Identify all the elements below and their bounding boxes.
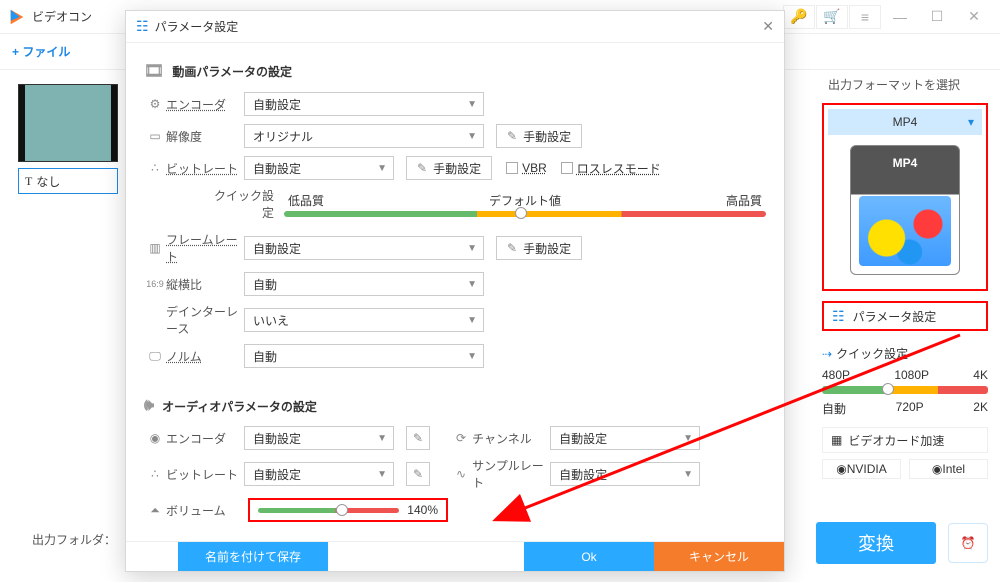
volume-slider[interactable] bbox=[258, 508, 399, 513]
framerate-select[interactable]: 自動設定▼ bbox=[244, 236, 484, 260]
aspect-select[interactable]: 自動▼ bbox=[244, 272, 484, 296]
audio-encoder-select[interactable]: 自動設定▼ bbox=[244, 426, 394, 450]
pencil-icon: ✎ bbox=[507, 241, 517, 255]
pencil-icon: ✎ bbox=[417, 161, 427, 175]
nvidia-chip[interactable]: ◉ NVIDIA bbox=[822, 459, 901, 479]
window-minimize-icon[interactable]: — bbox=[882, 5, 918, 29]
channel-label: チャンネル bbox=[472, 430, 550, 447]
encoder-label: エンコーダ bbox=[166, 96, 244, 113]
gpu-accel-button[interactable]: ▦ ビデオカード加速 bbox=[822, 427, 988, 453]
samplerate-icon: ∿ bbox=[450, 467, 472, 481]
ok-button[interactable]: Ok bbox=[524, 542, 654, 571]
dialog-footer: 名前を付けて保存 Ok キャンセル bbox=[126, 541, 784, 571]
deinterlace-select[interactable]: いいえ▼ bbox=[244, 308, 484, 332]
vbr-checkbox[interactable]: VBR bbox=[506, 161, 547, 175]
chevron-down-icon: ▾ bbox=[968, 115, 974, 129]
sliders-icon: ☷ bbox=[832, 308, 845, 325]
sidebar: 出力フォーマットを選択 MP4 ▾ MP4 ☷ パラメータ設定 ⇢クイック設定 … bbox=[822, 70, 988, 479]
dialog-title: パラメータ設定 bbox=[155, 18, 239, 35]
format-label: MP4 bbox=[893, 115, 918, 129]
bitrate-icon: ∴ bbox=[144, 161, 166, 175]
volume-slider-box: 140% bbox=[248, 498, 448, 522]
menu-icon[interactable]: ≡ bbox=[849, 5, 881, 29]
add-file-button[interactable]: + ファイル bbox=[12, 43, 70, 60]
quality-slider[interactable] bbox=[284, 211, 766, 217]
audio-encoder-label: エンコーダ bbox=[166, 430, 244, 447]
window-close-icon[interactable]: ✕ bbox=[956, 5, 992, 29]
bitrate-manual-button[interactable]: ✎手動設定 bbox=[406, 156, 492, 180]
lightning-icon: ⇢ bbox=[822, 347, 832, 361]
license-key-icon[interactable]: 🔑 bbox=[783, 5, 815, 29]
audio-section-title: オーディオパラメータの設定 bbox=[162, 398, 317, 415]
quick-quality-slider[interactable] bbox=[822, 386, 988, 394]
lossless-checkbox[interactable]: ロスレスモード bbox=[561, 160, 661, 177]
sliders-icon: ☷ bbox=[136, 18, 149, 35]
channel-icon: ⟳ bbox=[450, 431, 472, 445]
pencil-icon: ✎ bbox=[507, 129, 517, 143]
audio-icon: ◉ bbox=[144, 431, 166, 445]
schedule-button[interactable]: ⏰ bbox=[948, 523, 988, 563]
norm-label: ノルム bbox=[166, 348, 244, 365]
audio-bitrate-manual-button[interactable]: ✎ bbox=[406, 462, 430, 486]
audio-bitrate-select[interactable]: 自動設定▼ bbox=[244, 462, 394, 486]
speaker-icon: 🕪 bbox=[144, 397, 154, 415]
video-section-title: 動画パラメータの設定 bbox=[172, 63, 292, 80]
parameter-dialog: ☷ パラメータ設定 ✕ 🎞動画パラメータの設定 ⚙ エンコーダ 自動設定▼ ▭ … bbox=[125, 10, 785, 572]
bitrate-label: ビットレート bbox=[166, 160, 244, 177]
chip-icon: ▦ bbox=[831, 433, 842, 447]
bitrate-select[interactable]: 自動設定▼ bbox=[244, 156, 394, 180]
samplerate-select[interactable]: 自動設定▼ bbox=[550, 462, 700, 486]
dialog-title-bar: ☷ パラメータ設定 ✕ bbox=[126, 11, 784, 43]
deinterlace-label: デインターレース bbox=[166, 303, 244, 337]
output-folder-label: 出力フォルダ： bbox=[32, 531, 116, 548]
pencil-icon: ✎ bbox=[413, 467, 423, 481]
cancel-button[interactable]: キャンセル bbox=[654, 542, 784, 571]
quick-setting-label: クイック設定 bbox=[204, 187, 284, 221]
save-as-button[interactable]: 名前を付けて保存 bbox=[178, 542, 328, 571]
aspect-icon: 16:9 bbox=[144, 279, 166, 289]
volume-icon: ⏶ bbox=[144, 503, 166, 518]
intel-chip[interactable]: ◉ Intel bbox=[909, 459, 988, 479]
channel-select[interactable]: 自動設定▼ bbox=[550, 426, 700, 450]
format-selector[interactable]: MP4 ▾ MP4 bbox=[822, 103, 988, 291]
parameter-settings-button[interactable]: ☷ パラメータ設定 bbox=[822, 301, 988, 331]
screen-icon: 🖵 bbox=[144, 349, 166, 364]
samplerate-label: サンプルレート bbox=[472, 457, 550, 491]
aspect-label: 縦横比 bbox=[166, 276, 244, 293]
sidebar-title: 出力フォーマットを選択 bbox=[828, 76, 988, 93]
text-icon: T bbox=[25, 174, 32, 189]
window-maximize-icon[interactable]: ☐ bbox=[919, 5, 955, 29]
gear-icon: ⚙ bbox=[144, 97, 166, 111]
app-logo-icon bbox=[8, 8, 26, 26]
convert-button[interactable]: 変換 bbox=[816, 522, 936, 564]
audio-encoder-manual-button[interactable]: ✎ bbox=[406, 426, 430, 450]
cart-icon[interactable]: 🛒 bbox=[816, 5, 848, 29]
framerate-manual-button[interactable]: ✎手動設定 bbox=[496, 236, 582, 260]
volume-value: 140% bbox=[407, 503, 438, 517]
mp4-format-icon: MP4 bbox=[850, 145, 960, 275]
app-title: ビデオコン bbox=[32, 8, 92, 25]
volume-label: ボリューム bbox=[166, 502, 244, 519]
video-thumbnail[interactable] bbox=[18, 84, 118, 162]
dialog-close-icon[interactable]: ✕ bbox=[762, 18, 774, 35]
thumbnail-caption[interactable]: T なし bbox=[18, 168, 118, 194]
resolution-select[interactable]: オリジナル▼ bbox=[244, 124, 484, 148]
audio-bitrate-label: ビットレート bbox=[166, 466, 244, 483]
resolution-icon: ▭ bbox=[144, 129, 166, 143]
framerate-icon: ▥ bbox=[144, 241, 166, 255]
resolution-label: 解像度 bbox=[166, 128, 244, 145]
audio-bitrate-icon: ∴ bbox=[144, 467, 166, 481]
framerate-label: フレームレート bbox=[166, 231, 244, 265]
norm-select[interactable]: 自動▼ bbox=[244, 344, 484, 368]
clock-icon: ⏰ bbox=[961, 536, 976, 550]
resolution-manual-button[interactable]: ✎手動設定 bbox=[496, 124, 582, 148]
encoder-select[interactable]: 自動設定▼ bbox=[244, 92, 484, 116]
pencil-icon: ✎ bbox=[413, 431, 423, 445]
film-icon: 🎞 bbox=[144, 61, 164, 81]
quick-settings: ⇢クイック設定 480P 1080P 4K 自動 720P 2K bbox=[822, 345, 988, 417]
